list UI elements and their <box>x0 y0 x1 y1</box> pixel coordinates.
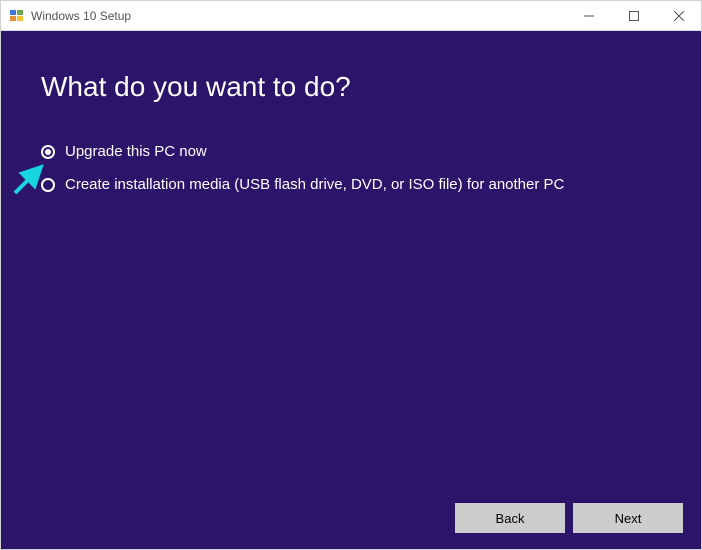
radio-icon <box>41 145 55 159</box>
app-icon <box>9 8 25 24</box>
option-upgrade[interactable]: Upgrade this PC now <box>41 143 661 160</box>
radio-icon <box>41 178 55 192</box>
page-heading: What do you want to do? <box>41 71 661 103</box>
footer: Back Next <box>1 487 701 549</box>
maximize-button[interactable] <box>611 1 656 30</box>
option-label: Upgrade this PC now <box>65 143 207 160</box>
close-button[interactable] <box>656 1 701 30</box>
next-button[interactable]: Next <box>573 503 683 533</box>
window-controls <box>566 1 701 30</box>
minimize-button[interactable] <box>566 1 611 30</box>
option-label: Create installation media (USB flash dri… <box>65 176 564 193</box>
setup-content: What do you want to do? Upgrade this PC … <box>1 31 701 549</box>
titlebar: Windows 10 Setup <box>1 1 701 31</box>
back-button[interactable]: Back <box>455 503 565 533</box>
window-title: Windows 10 Setup <box>31 9 131 23</box>
option-create-media[interactable]: Create installation media (USB flash dri… <box>41 176 661 193</box>
